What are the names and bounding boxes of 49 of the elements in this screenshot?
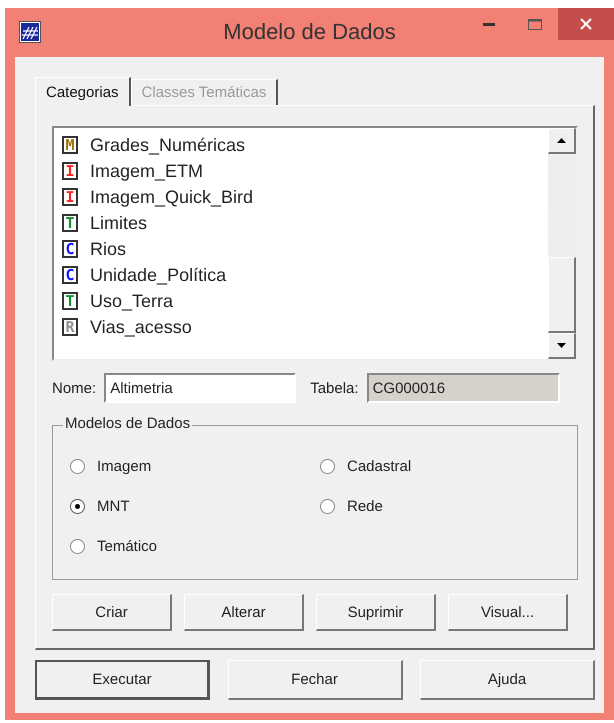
list-item[interactable]: Rios bbox=[90, 238, 126, 260]
dialog-button[interactable]: Executar bbox=[35, 660, 210, 700]
category-type-icon: I bbox=[62, 188, 78, 206]
action-button[interactable]: Alterar bbox=[184, 594, 304, 631]
action-button[interactable]: Visual... bbox=[448, 594, 568, 631]
maximize-icon bbox=[528, 18, 542, 30]
list-item[interactable]: Unidade_Política bbox=[90, 264, 226, 286]
action-button[interactable]: Criar bbox=[52, 594, 172, 631]
list-item[interactable]: Grades_Numéricas bbox=[90, 134, 246, 156]
down-arrow-icon bbox=[557, 343, 566, 348]
list-item[interactable]: Uso_Terra bbox=[90, 290, 174, 312]
category-type-icon: C bbox=[62, 266, 78, 284]
radio-button[interactable] bbox=[70, 458, 85, 474]
radio-label[interactable]: Temático bbox=[97, 538, 158, 554]
list-item[interactable]: Imagem_ETM bbox=[90, 160, 204, 182]
scroll-thumb[interactable] bbox=[548, 257, 576, 333]
radio-button[interactable] bbox=[320, 458, 335, 474]
radio-label[interactable]: Rede bbox=[347, 498, 383, 514]
radio-label[interactable]: Imagem bbox=[97, 458, 152, 474]
category-type-icon: M bbox=[62, 136, 78, 154]
scrollbar[interactable] bbox=[548, 128, 576, 359]
category-type-icon: T bbox=[62, 214, 78, 232]
name-field[interactable]: Altimetria bbox=[104, 373, 296, 403]
category-type-icon: T bbox=[62, 292, 78, 310]
scroll-up-button[interactable] bbox=[548, 128, 576, 154]
radio-label[interactable]: MNT bbox=[97, 498, 130, 514]
category-type-icon: I bbox=[62, 162, 78, 180]
up-arrow-icon bbox=[557, 138, 566, 143]
window-title: Modelo de Dados bbox=[223, 19, 396, 45]
close-icon bbox=[580, 18, 592, 30]
radio-button[interactable] bbox=[320, 498, 335, 514]
list-item[interactable]: Limites bbox=[90, 212, 148, 234]
dialog-button[interactable]: Fechar bbox=[228, 660, 402, 700]
radio-button[interactable] bbox=[70, 498, 85, 514]
radio-button[interactable] bbox=[70, 538, 85, 554]
list-item[interactable]: Imagem_Quick_Bird bbox=[90, 186, 254, 208]
table-label: Tabela: bbox=[310, 380, 359, 396]
category-type-icon: C bbox=[62, 240, 78, 258]
name-label: Nome: bbox=[52, 380, 96, 396]
close-button[interactable] bbox=[558, 8, 614, 40]
category-type-icon: R bbox=[62, 318, 78, 336]
tab[interactable]: Categorias bbox=[35, 77, 131, 106]
grid-app-icon bbox=[19, 21, 41, 43]
action-button[interactable]: Suprimir bbox=[316, 594, 436, 631]
radio-label[interactable]: Cadastral bbox=[347, 458, 412, 474]
scroll-down-button[interactable] bbox=[548, 333, 576, 359]
list-item[interactable]: Vias_acesso bbox=[90, 316, 192, 338]
dialog-button[interactable]: Ajuda bbox=[420, 660, 595, 700]
minimize-icon bbox=[483, 22, 495, 26]
